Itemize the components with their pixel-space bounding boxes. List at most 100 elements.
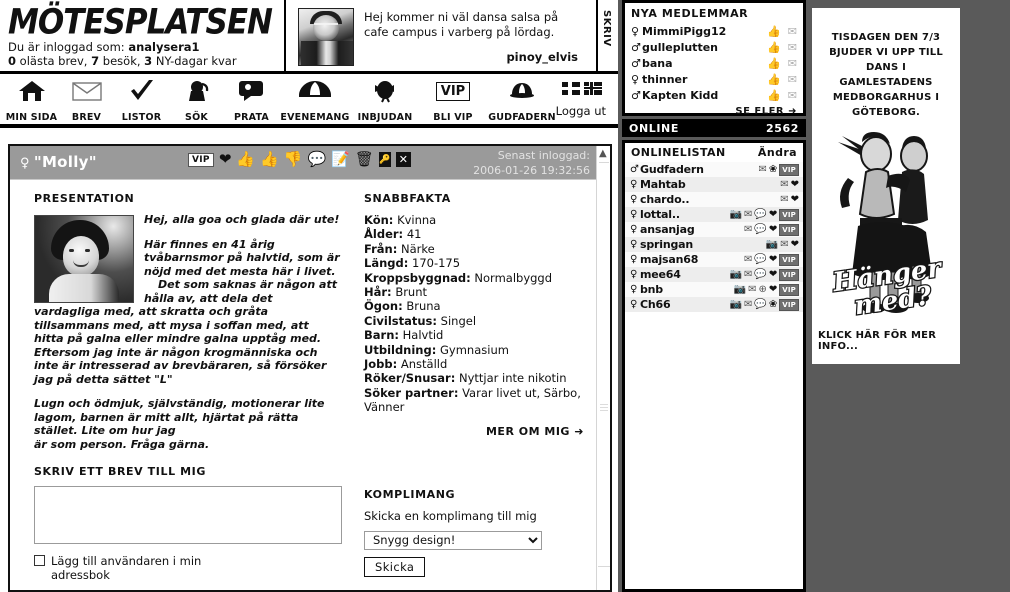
online-user-name[interactable]: lottal.. [640, 208, 730, 221]
envelope-icon[interactable]: ✉ [788, 25, 797, 38]
featured-message[interactable]: Hej kommer ni väl dansa salsa på cafe ca… [290, 4, 590, 70]
thumb-up-icon[interactable]: 👍 [767, 57, 781, 70]
new-member-row[interactable]: ♀ thinner 👍 ✉ [625, 71, 803, 87]
message-author-photo[interactable] [298, 8, 354, 66]
heart-icon[interactable]: ❤ [219, 152, 232, 167]
envelope-icon[interactable]: ✉ [744, 209, 752, 220]
online-user-name[interactable]: bnb [640, 283, 734, 296]
trash-icon[interactable]: 🗑 [355, 152, 374, 167]
online-row[interactable]: ♀ springan 📷 ✉ ❤ [625, 237, 803, 252]
plus-icon[interactable]: ⊕ [758, 284, 766, 295]
envelope-icon[interactable]: ✉ [780, 179, 788, 190]
envelope-icon[interactable]: ✉ [788, 41, 797, 54]
logout-link[interactable]: Logga ut [556, 104, 606, 118]
see-more-link[interactable]: SE FLER ➜ [625, 103, 803, 117]
site-logo[interactable]: MÖTESPLATSEN [8, 2, 273, 42]
letter-textarea[interactable] [34, 486, 342, 544]
scroll-thumb[interactable] [600, 404, 608, 413]
speech-bubble-icon[interactable]: 💬 [754, 224, 766, 235]
nav-item-inbjudan[interactable]: INBJUDAN [351, 74, 419, 126]
new-member-name[interactable]: gulleplutten [642, 41, 767, 54]
norwegian-flag-icon[interactable] [584, 82, 602, 95]
envelope-icon[interactable]: ✉ [780, 194, 788, 205]
thumb-up-icon[interactable]: 👍 [260, 152, 279, 167]
online-user-name[interactable]: ansanjag [640, 223, 744, 236]
online-list-edit-link[interactable]: Ändra [758, 146, 797, 159]
thumb-up-icon[interactable]: 👍 [767, 89, 781, 102]
online-user-name[interactable]: springan [640, 238, 766, 251]
new-member-name[interactable]: MimmiPigg12 [642, 25, 767, 38]
online-row[interactable]: ♀ Ch66 📷 ✉ 💬 ❀ VIP [625, 297, 803, 312]
addressbook-checkbox[interactable] [34, 555, 45, 566]
new-member-row[interactable]: ♂ Kapten Kidd 👍 ✉ [625, 87, 803, 103]
online-user-name[interactable]: majsan68 [640, 253, 744, 266]
speech-bubble-icon[interactable]: 💬 [754, 299, 766, 310]
camera-icon[interactable]: 📷 [730, 299, 742, 310]
envelope-icon[interactable]: ✉ [788, 57, 797, 70]
message-author[interactable]: pinoy_elvis [506, 50, 578, 64]
heart-icon[interactable]: ❤ [769, 269, 777, 280]
new-member-name[interactable]: thinner [642, 73, 767, 86]
online-user-name[interactable]: Mahtab [640, 178, 780, 191]
camera-icon[interactable]: 📷 [730, 209, 742, 220]
new-member-row[interactable]: ♂ gulleplutten 👍 ✉ [625, 39, 803, 55]
new-member-row[interactable]: ♀ MimmiPigg12 👍 ✉ [625, 23, 803, 39]
ad-cta-link[interactable]: KLICK HÄR FÖR MER INFO... [812, 324, 960, 356]
nav-item-gudfadern[interactable]: GUDFADERN [487, 74, 557, 126]
flower-icon[interactable]: ❀ [769, 299, 777, 310]
online-row[interactable]: ♀ mee64 📷 ✉ 💬 ❤ VIP [625, 267, 803, 282]
envelope-icon[interactable]: ✉ [788, 89, 797, 102]
speech-bubble-icon[interactable]: 💬 [754, 209, 766, 220]
online-user-name[interactable]: mee64 [640, 268, 730, 281]
new-member-name[interactable]: bana [642, 57, 767, 70]
nav-item-listor[interactable]: LISTOR [114, 74, 169, 126]
camera-icon[interactable]: 📷 [730, 269, 742, 280]
heart-icon[interactable]: ❤ [791, 239, 799, 250]
camera-icon[interactable]: 📷 [734, 284, 746, 295]
advertisement-banner[interactable]: TISDAGEN DEN 7/3 BJUDER VI UPP TILL DANS… [812, 8, 960, 364]
profile-photo[interactable] [34, 215, 134, 303]
heart-icon[interactable]: ❤ [769, 224, 777, 235]
online-row[interactable]: ♂ Gudfadern ✉ ❀ VIP [625, 162, 803, 177]
heart-icon[interactable]: ❤ [769, 284, 777, 295]
online-row[interactable]: ♀ lottal.. 📷 ✉ 💬 ❤ VIP [625, 207, 803, 222]
envelope-icon[interactable]: ✉ [744, 269, 752, 280]
thumb-up-icon[interactable]: 👍 [767, 25, 781, 38]
skriv-tab-button[interactable]: SKRIV [598, 8, 616, 64]
online-row[interactable]: ♀ Mahtab ✉ ❤ [625, 177, 803, 192]
scroll-up-icon[interactable]: ▲ [599, 148, 607, 159]
nav-item-bli-vip[interactable]: VIP BLI VIP [419, 74, 487, 126]
envelope-icon[interactable]: ✉ [788, 73, 797, 86]
thumb-up-icon[interactable]: 👍 [767, 41, 781, 54]
swedish-flag-icon[interactable] [562, 82, 580, 95]
camera-icon[interactable]: 📷 [766, 239, 778, 250]
speech-bubble-icon[interactable]: 💬 [754, 269, 766, 280]
close-icon[interactable]: ✕ [395, 152, 411, 167]
online-user-name[interactable]: Gudfadern [640, 163, 758, 176]
envelope-icon[interactable]: ✉ [744, 299, 752, 310]
new-member-name[interactable]: Kapten Kidd [642, 89, 767, 102]
envelope-icon[interactable]: ✉ [744, 224, 752, 235]
notes-icon[interactable]: 📝 [331, 152, 350, 167]
envelope-icon[interactable]: ✉ [748, 284, 756, 295]
key-icon[interactable]: 🔑 [378, 152, 391, 167]
addressbook-checkbox-row[interactable]: Lägg till användaren i min adressbok [34, 554, 350, 582]
compliment-select[interactable]: Snygg design! [364, 530, 542, 550]
online-row[interactable]: ♀ chardo.. ✉ ❤ [625, 192, 803, 207]
online-row[interactable]: ♀ ansanjag ✉ 💬 ❤ VIP [625, 222, 803, 237]
heart-icon[interactable]: ❤ [769, 209, 777, 220]
thumb-down-icon[interactable]: 👎 [284, 152, 303, 167]
nav-item-sok[interactable]: SÖK [169, 74, 224, 126]
heart-icon[interactable]: ❤ [769, 254, 777, 265]
speech-bubble-icon[interactable]: 💬 [754, 254, 766, 265]
new-member-row[interactable]: ♂ bana 👍 ✉ [625, 55, 803, 71]
flower-icon[interactable]: ❀ [769, 164, 777, 175]
panel-scrollbar[interactable]: ▲ [596, 146, 610, 590]
nav-item-prata[interactable]: PRATA [224, 74, 279, 126]
compliment-submit-button[interactable]: Skicka [364, 556, 426, 577]
more-about-me-link[interactable]: MER OM MIG ➜ [352, 425, 598, 438]
online-user-name[interactable]: chardo.. [640, 193, 780, 206]
envelope-icon[interactable]: ✉ [744, 254, 752, 265]
heart-icon[interactable]: ❤ [791, 179, 799, 190]
envelope-icon[interactable]: ✉ [780, 239, 788, 250]
